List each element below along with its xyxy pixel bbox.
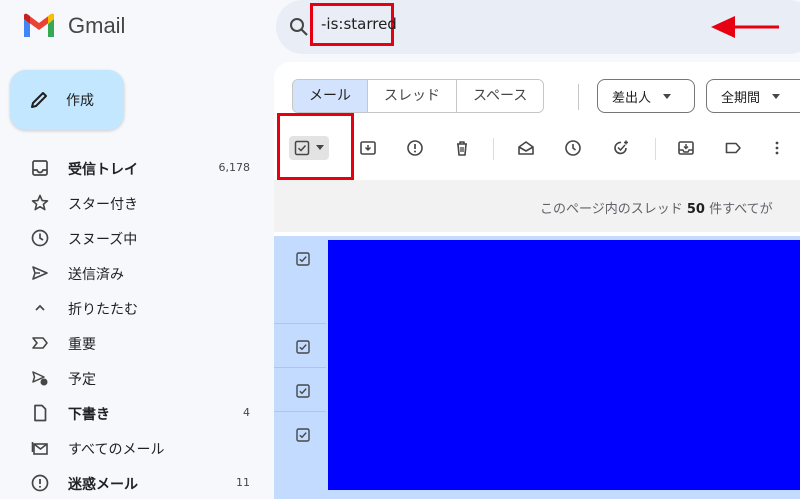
sidebar-item-starred[interactable]: スター付き [0,185,262,220]
sidebar-item-spam[interactable]: 迷惑メール 11 [0,465,262,499]
pencil-icon [31,92,47,108]
label-icon[interactable] [724,139,742,157]
select-annotation-box [277,113,354,180]
compose-button[interactable]: 作成 [10,70,124,130]
compose-label: 作成 [66,93,94,109]
row-divider [274,411,326,412]
spam-count: 11 [236,476,250,489]
snooze-icon[interactable] [564,139,582,157]
tab-threads[interactable]: スレッド [368,80,457,112]
date-filter-label: 全期間 [721,90,761,106]
search-input[interactable]: -is:starred [321,15,397,33]
message-list [274,236,800,499]
sidebar-item-sent[interactable]: 送信済み [0,255,262,290]
draft-count: 4 [243,406,250,419]
all-mail-icon [31,442,48,455]
move-to-icon[interactable] [677,139,695,157]
unread-count: 6,178 [218,161,251,174]
checkbox-checked-icon[interactable] [296,384,310,398]
sidebar-item-label: 折りたたむ [68,302,138,318]
clock-icon [31,229,49,247]
sidebar-item-all-mail[interactable]: すべてのメール [0,430,262,465]
sidebar-item-label: 受信トレイ [68,162,138,178]
select-all-banner: このページ内のスレッド 50 件すべてが [274,180,800,232]
sidebar-item-inbox[interactable]: 受信トレイ 6,178 [0,150,262,185]
sidebar-item-label: 重要 [68,337,96,353]
sidebar-item-label: スヌーズ中 [68,232,138,248]
star-icon [31,194,49,211]
search-bar[interactable]: -is:starred [276,0,800,54]
report-spam-icon[interactable] [406,139,424,157]
sidebar-nav: 受信トレイ 6,178 スター付き スヌーズ中 送信済み 折りたたむ 重要 予定… [0,150,262,499]
gmail-wordmark: Gmail [68,13,126,38]
search-type-tabs: メール スレッド スペース [292,79,545,113]
search-icon[interactable] [288,16,310,38]
sidebar-item-important[interactable]: 重要 [0,325,262,360]
date-filter-chip[interactable]: 全期間 [706,79,800,113]
row-divider [274,367,326,368]
sidebar-item-label: 下書き [68,407,110,423]
toolbar-divider [493,138,494,160]
gmail-m-icon [24,13,54,37]
filter-divider [578,84,579,110]
toolbar-divider [655,138,656,160]
select-all-banner-text: このページ内のスレッド 50 件すべてが [540,202,773,217]
inbox-icon [32,160,48,176]
gmail-logo[interactable]: Gmail [22,12,125,40]
sidebar-item-label: 予定 [68,372,96,388]
tab-mail[interactable]: メール [293,80,368,112]
sidebar-item-label: すべてのメール [68,442,165,458]
annotation-arrow-icon [711,16,779,38]
scheduled-send-icon [32,371,48,386]
checkbox-checked-icon[interactable] [296,428,310,442]
chevron-up-icon [35,304,45,311]
sidebar-item-collapse[interactable]: 折りたたむ [0,290,262,325]
send-icon [32,266,48,280]
checkbox-checked-icon[interactable] [296,252,310,266]
row-divider [274,323,326,324]
from-filter-label: 差出人 [612,90,652,106]
thread-count: 50 [686,202,705,217]
sidebar-item-label: スター付き [68,197,138,213]
sidebar-item-label: 送信済み [68,267,124,283]
redacted-message-content [328,240,800,490]
main-panel: メール スレッド スペース 差出人 全期間 このページ内のスレッド 50 件すべ… [274,62,800,499]
caret-down-icon [663,93,672,99]
sidebar-item-snoozed[interactable]: スヌーズ中 [0,220,262,255]
add-to-tasks-icon[interactable] [612,139,630,157]
sidebar-item-scheduled[interactable]: 予定 [0,360,262,395]
from-filter-chip[interactable]: 差出人 [597,79,695,113]
archive-icon[interactable] [359,139,377,157]
important-icon [32,337,48,349]
caret-down-icon [772,93,781,99]
mark-as-read-icon[interactable] [517,139,535,157]
delete-icon[interactable] [453,139,471,157]
tab-spaces[interactable]: スペース [457,80,544,112]
sidebar-item-label: 迷惑メール [68,477,138,493]
sidebar-item-drafts[interactable]: 下書き 4 [0,395,262,430]
draft-icon [34,404,47,422]
more-icon[interactable] [768,139,786,157]
spam-icon [31,474,49,492]
checkbox-checked-icon[interactable] [296,340,310,354]
